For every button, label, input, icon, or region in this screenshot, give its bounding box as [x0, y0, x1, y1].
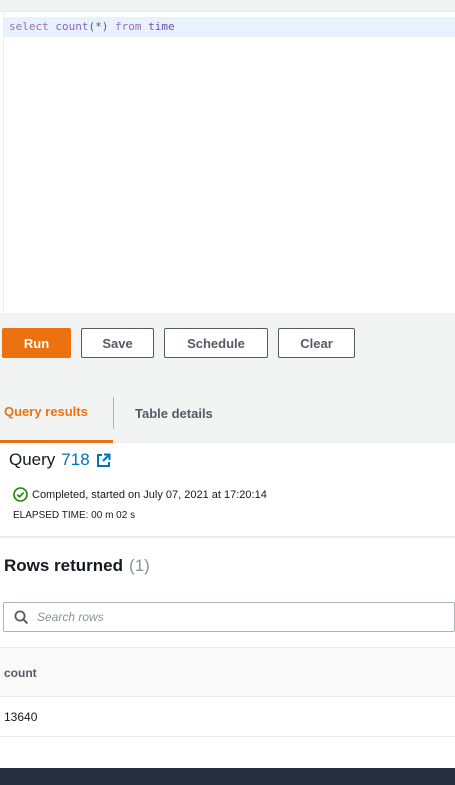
footer-bar: [0, 768, 455, 785]
run-button[interactable]: Run: [2, 328, 71, 358]
search-rows[interactable]: [3, 602, 455, 632]
query-prefix: Query: [9, 450, 56, 469]
success-check-icon: [13, 487, 28, 502]
elapsed-time: ELAPSED TIME: 00 m 02 s: [13, 510, 136, 521]
status-text: Completed, started on July 07, 2021 at 1…: [32, 488, 267, 501]
rows-returned-heading: Rows returned (1): [4, 556, 150, 576]
editor-line[interactable]: select count(*) from time: [4, 17, 455, 37]
query-status: Completed, started on July 07, 2021 at 1…: [13, 487, 267, 502]
function-count: count: [55, 20, 89, 33]
search-input[interactable]: [37, 610, 437, 624]
results-table-header: count: [0, 647, 455, 697]
tab-table-details[interactable]: Table details: [135, 383, 213, 443]
result-tabs: Query results Table details: [0, 383, 455, 443]
rows-heading-label: Rows returned: [4, 556, 124, 575]
schedule-button[interactable]: Schedule: [164, 328, 268, 358]
function-args: (*): [88, 20, 109, 33]
tab-query-results[interactable]: Query results: [0, 383, 113, 443]
table-name: time: [148, 20, 175, 33]
table-row: 13640: [0, 697, 455, 737]
table-cell: 13640: [4, 710, 38, 724]
column-header-count[interactable]: count: [4, 648, 37, 698]
query-number-link[interactable]: 718: [61, 450, 89, 470]
keyword-from: from: [115, 20, 142, 33]
top-rule: [0, 0, 455, 12]
clear-button[interactable]: Clear: [278, 328, 355, 358]
query-editor[interactable]: select count(*) from time: [3, 12, 455, 313]
query-title: Query 718: [9, 450, 111, 470]
search-icon: [14, 610, 29, 625]
save-button[interactable]: Save: [81, 328, 154, 358]
tab-divider: [113, 397, 114, 429]
query-toolbar: Run Save Schedule Clear: [0, 313, 455, 383]
external-link-icon[interactable]: [96, 453, 111, 468]
section-divider: [0, 536, 455, 538]
rows-count: (1): [129, 556, 150, 575]
keyword-select: select: [9, 20, 49, 33]
